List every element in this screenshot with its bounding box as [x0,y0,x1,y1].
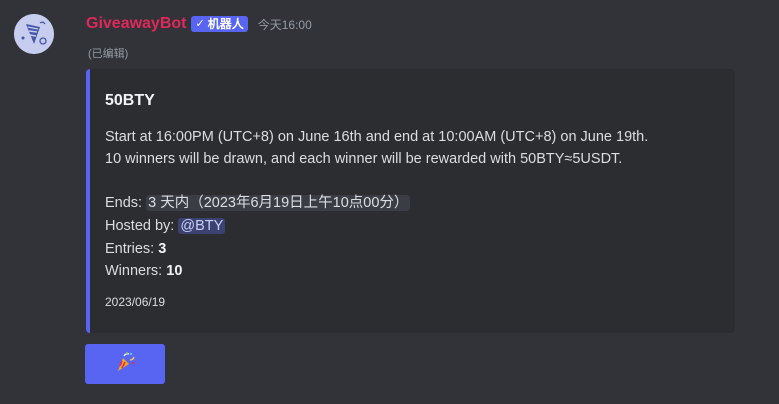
embed-description-line-2: 10 winners will be drawn, and each winne… [105,151,623,167]
host-mention[interactable]: @BTY [178,218,226,234]
bot-avatar[interactable] [14,14,54,54]
hosted-row: Hosted by: @BTY [105,215,226,237]
entries-row: Entries: 3 [105,238,166,260]
message-header: GiveawayBot ✓ 机器人 今天16:00 [86,13,312,35]
enter-giveaway-button[interactable] [85,344,165,384]
hosted-label: Hosted by: [105,218,179,234]
edited-label: (已编辑) [88,48,129,60]
ends-relative-text: 3 天内 [148,195,190,211]
ends-row: Ends: 3 天内（2023年6月19日上午10点00分） [105,192,411,214]
ends-relative-time[interactable]: 3 天内（2023年6月19日上午10点00分） [146,195,411,211]
embed-description-line-1: Start at 16:00PM (UTC+8) on June 16th an… [105,129,649,145]
message-timestamp[interactable]: 今天16:00 [258,16,312,33]
winners-row: Winners: 10 [105,260,182,282]
embed-title: 50BTY [105,92,155,109]
entries-count: 3 [158,241,167,257]
bot-badge: ✓ 机器人 [191,16,248,32]
check-icon: ✓ [195,18,205,30]
ends-label: Ends: [105,195,147,211]
ends-absolute-text: （2023年6月19日上午10点00分） [189,195,409,211]
bot-badge-label: 机器人 [207,17,244,31]
author-name[interactable]: GiveawayBot [86,15,186,33]
winners-label: Winners: [105,263,167,279]
entries-label: Entries: [105,241,159,257]
winners-count: 10 [166,263,183,279]
party-popper-icon [114,351,136,378]
giveaway-embed: 50BTY Start at 16:00PM (UTC+8) on June 1… [86,69,735,333]
embed-footer-date: 2023/06/19 [105,295,166,309]
